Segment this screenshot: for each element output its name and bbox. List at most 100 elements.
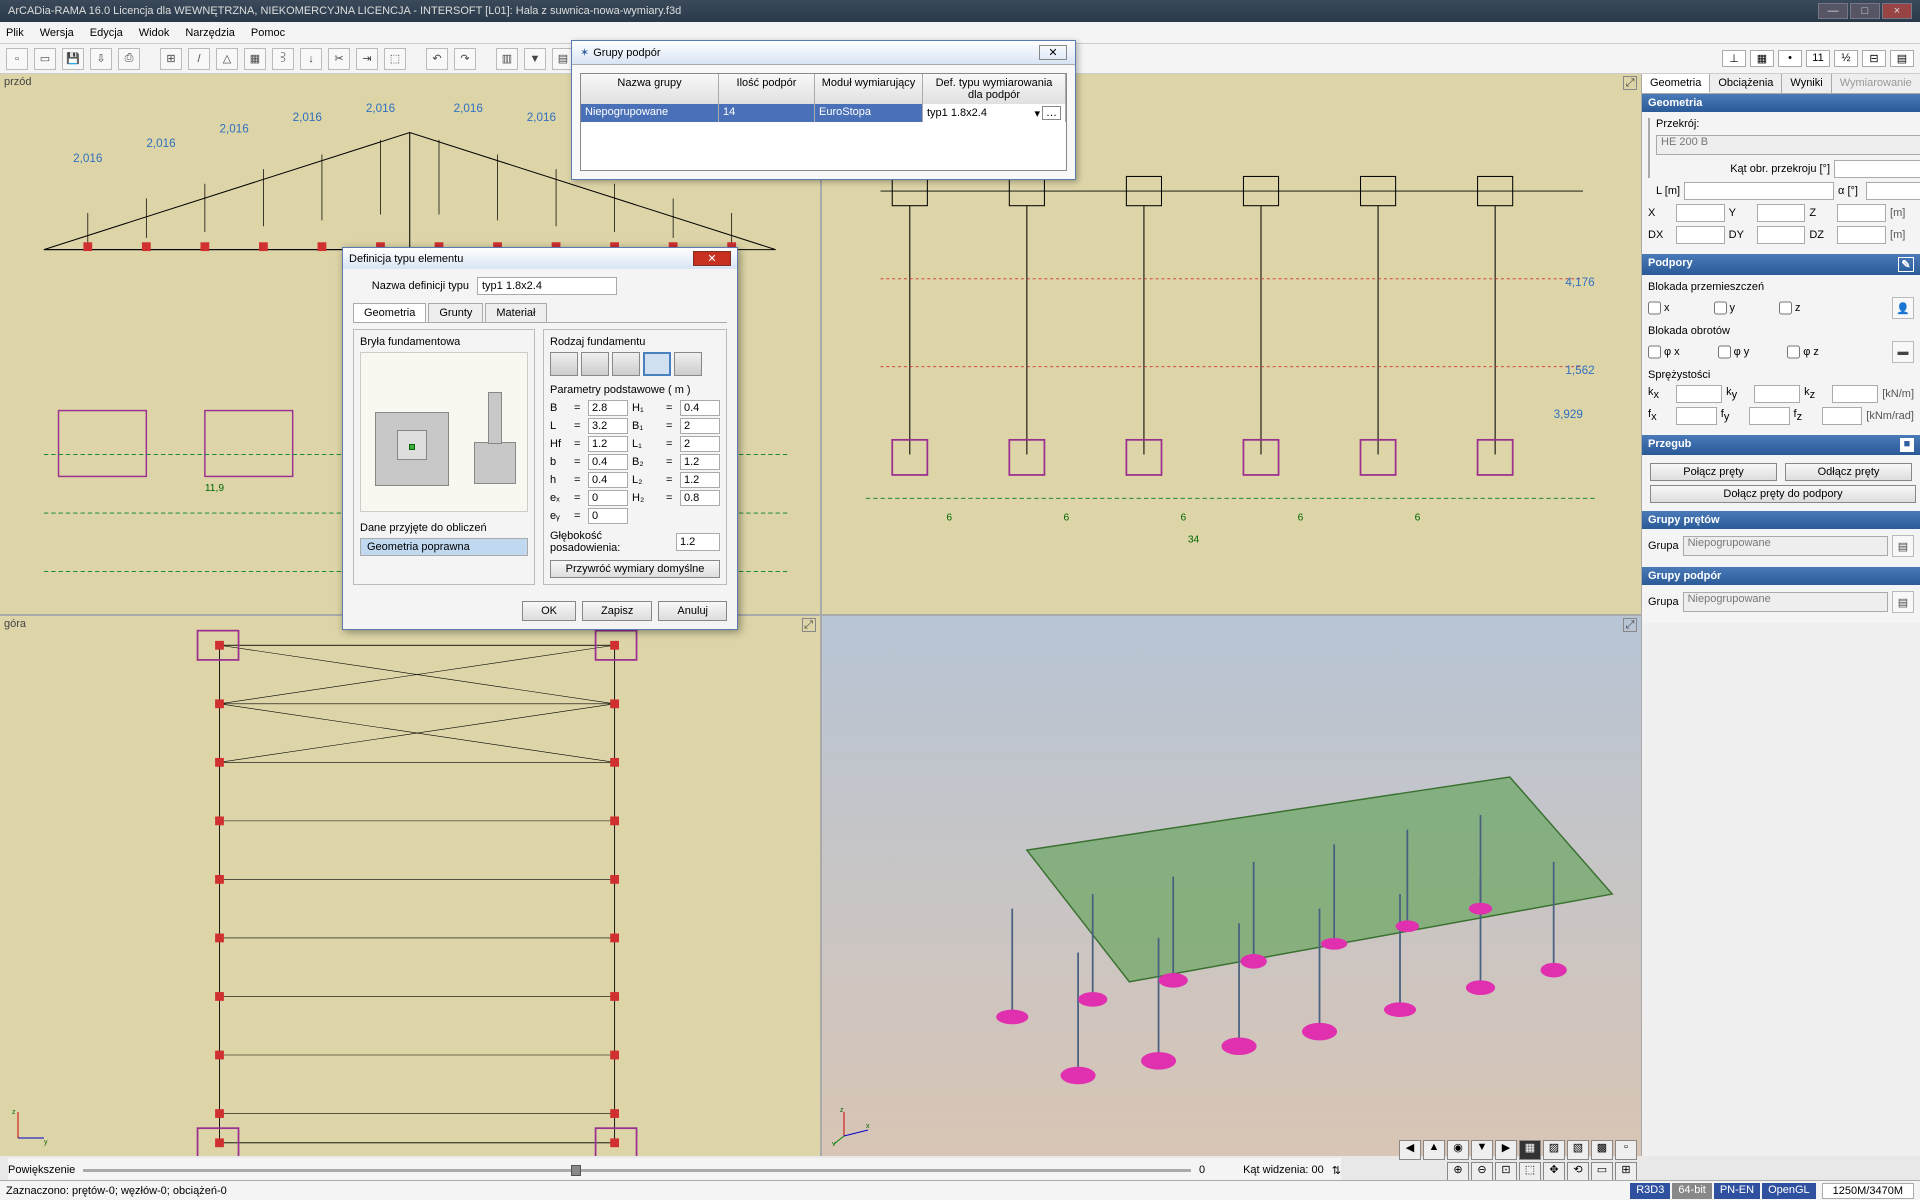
- dimension-icon[interactable]: ⇥: [356, 48, 378, 70]
- filter-icon[interactable]: ▼: [524, 48, 546, 70]
- grupa-pretow-edit-icon[interactable]: ▤: [1892, 535, 1914, 557]
- chevron-down-icon[interactable]: ▾: [1034, 107, 1040, 120]
- nav-up-icon[interactable]: ▲: [1423, 1140, 1445, 1160]
- fund-type-4[interactable]: [643, 352, 671, 376]
- nav-right-icon[interactable]: ▶: [1495, 1140, 1517, 1160]
- kat-stepper-icon[interactable]: ⇅: [1332, 1164, 1341, 1177]
- grupy-row[interactable]: Niepogrupowane 14 EuroStopa typ1 1.8x2.4…: [581, 104, 1066, 122]
- snap-mid-icon[interactable]: ½: [1834, 50, 1858, 67]
- snap-angle-value[interactable]: 11: [1806, 50, 1830, 67]
- mesh-icon[interactable]: ▦: [244, 48, 266, 70]
- X-input[interactable]: [1676, 204, 1725, 222]
- redo-icon[interactable]: ↷: [454, 48, 476, 70]
- vp-expand-top[interactable]: ⤢: [802, 618, 816, 632]
- save-icon[interactable]: 💾: [62, 48, 84, 70]
- nav-down-icon[interactable]: ▼: [1471, 1140, 1493, 1160]
- rotate-icon[interactable]: ⟲: [1567, 1162, 1589, 1182]
- undo-icon[interactable]: ↶: [426, 48, 448, 70]
- Z-input[interactable]: [1837, 204, 1886, 222]
- ey-input[interactable]: [588, 508, 628, 524]
- h-input[interactable]: [588, 472, 628, 488]
- def-tab-grunty[interactable]: Grunty: [428, 303, 483, 322]
- zoom-fit-icon[interactable]: ⊡: [1495, 1162, 1517, 1182]
- view-shade-icon[interactable]: ▧: [1567, 1140, 1589, 1160]
- select-icon[interactable]: ⬚: [384, 48, 406, 70]
- nodes-icon[interactable]: ⊞: [160, 48, 182, 70]
- B1-input[interactable]: [680, 418, 720, 434]
- restore-button[interactable]: Przywróć wymiary domyślne: [550, 560, 720, 578]
- kz-input[interactable]: [1832, 385, 1878, 403]
- anuluj-button[interactable]: Anuluj: [658, 601, 727, 621]
- zoom-slider[interactable]: [83, 1169, 1191, 1172]
- tree-icon[interactable]: ⊟: [1862, 50, 1886, 67]
- menu-pomoc[interactable]: Pomoc: [251, 27, 285, 39]
- phiz-check[interactable]: [1787, 343, 1800, 361]
- grupy-typ-combo[interactable]: typ1 1.8x2.4: [927, 107, 1034, 119]
- L-input[interactable]: [1684, 182, 1834, 200]
- L1-input[interactable]: [680, 436, 720, 452]
- zoom-in-icon[interactable]: ⊕: [1447, 1162, 1469, 1182]
- przegub-toggle-icon[interactable]: ■: [1900, 438, 1914, 452]
- DZ-input[interactable]: [1837, 226, 1886, 244]
- print-icon[interactable]: ⎙: [118, 48, 140, 70]
- grupa-podpor-select[interactable]: Niepogrupowane: [1683, 592, 1888, 612]
- tab-obciazenia[interactable]: Obciążenia: [1710, 74, 1782, 93]
- kx-input[interactable]: [1676, 385, 1722, 403]
- vp-expand-tr[interactable]: ⤢: [1623, 76, 1637, 90]
- maximize-button[interactable]: □: [1850, 3, 1880, 19]
- alpha-input[interactable]: [1866, 182, 1920, 200]
- zoom-win-icon[interactable]: ⬚: [1519, 1162, 1541, 1182]
- support-preset-icon[interactable]: 👤: [1892, 297, 1914, 319]
- panel-icon[interactable]: ▤: [1890, 50, 1914, 67]
- view-persp-icon[interactable]: ▩: [1591, 1140, 1613, 1160]
- snap-ortho-icon[interactable]: ⊥: [1722, 50, 1746, 67]
- rx-check[interactable]: [1648, 299, 1661, 317]
- support-fixed-icon[interactable]: ▬: [1892, 341, 1914, 363]
- ky-input[interactable]: [1754, 385, 1800, 403]
- grupa-podpor-edit-icon[interactable]: ▤: [1892, 591, 1914, 613]
- fund-type-5[interactable]: [674, 352, 702, 376]
- vp-expand-3d[interactable]: ⤢: [1623, 618, 1637, 632]
- odlacz-button[interactable]: Odłącz pręty: [1785, 463, 1912, 481]
- close-button[interactable]: ×: [1882, 3, 1912, 19]
- snap-node-icon[interactable]: •: [1778, 50, 1802, 67]
- H2-input[interactable]: [680, 490, 720, 506]
- viewport-top[interactable]: góra ⤢ zy: [0, 616, 820, 1156]
- Hf-input[interactable]: [588, 436, 628, 452]
- menu-wersja[interactable]: Wersja: [40, 27, 74, 39]
- viewport-3d[interactable]: ⤢ zxy: [822, 616, 1642, 1156]
- dlg-grupy-close[interactable]: ✕: [1039, 45, 1067, 60]
- menu-narzedzia[interactable]: Narzędzia: [185, 27, 235, 39]
- import-icon[interactable]: ⇩: [90, 48, 112, 70]
- phix-check[interactable]: [1648, 343, 1661, 361]
- tab-wyniki[interactable]: Wyniki: [1782, 74, 1831, 93]
- def-tab-material[interactable]: Materiał: [485, 303, 546, 322]
- grupa-pretow-select[interactable]: Niepogrupowane: [1683, 536, 1888, 556]
- cut-icon[interactable]: ✂: [328, 48, 350, 70]
- def-tab-geometria[interactable]: Geometria: [353, 303, 426, 322]
- gleb-input[interactable]: [676, 533, 720, 551]
- supports-icon[interactable]: ⫖: [272, 48, 294, 70]
- bars-icon[interactable]: /: [188, 48, 210, 70]
- ex-input[interactable]: [588, 490, 628, 506]
- tab-geometria[interactable]: Geometria: [1642, 74, 1710, 93]
- L2-input[interactable]: [680, 472, 720, 488]
- zapisz-button[interactable]: Zapisz: [582, 601, 652, 621]
- polacz-button[interactable]: Połącz pręty: [1650, 463, 1777, 481]
- nav-home-icon[interactable]: ◉: [1447, 1140, 1469, 1160]
- B-input[interactable]: [588, 400, 628, 416]
- ok-button[interactable]: OK: [522, 601, 576, 621]
- truss-icon[interactable]: △: [216, 48, 238, 70]
- open-icon[interactable]: ▭: [34, 48, 56, 70]
- zoom-out-icon[interactable]: ⊖: [1471, 1162, 1493, 1182]
- B2-input[interactable]: [680, 454, 720, 470]
- fy-input[interactable]: [1749, 407, 1790, 425]
- fund-type-2[interactable]: [581, 352, 609, 376]
- fz-input[interactable]: [1822, 407, 1863, 425]
- def-name-input[interactable]: [477, 277, 617, 295]
- b-input[interactable]: [588, 454, 628, 470]
- L-input[interactable]: [588, 418, 628, 434]
- DY-input[interactable]: [1757, 226, 1806, 244]
- fx-input[interactable]: [1676, 407, 1717, 425]
- snap-grid-icon[interactable]: ▦: [1750, 50, 1774, 67]
